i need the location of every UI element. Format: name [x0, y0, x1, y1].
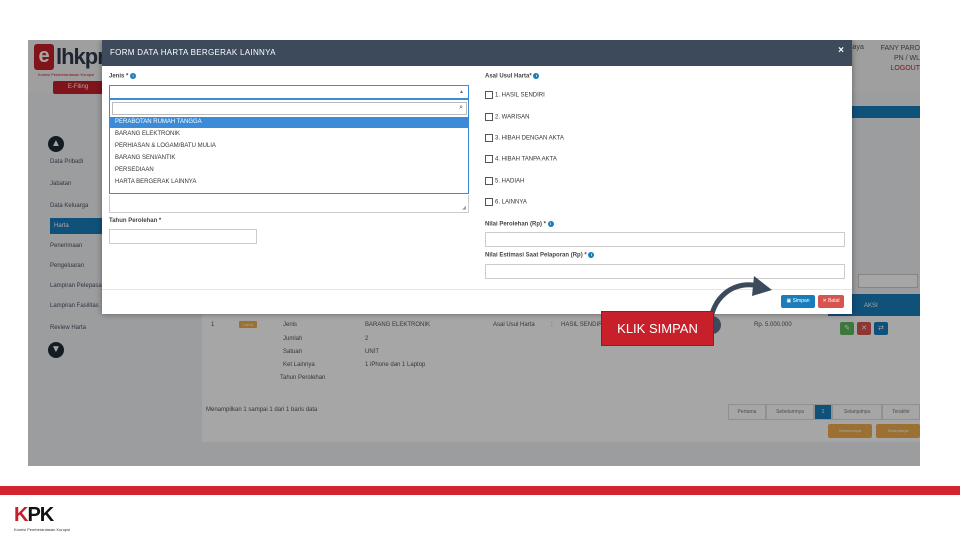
kpk-subtitle: Komisi Pemberantasan Korupsi	[14, 527, 71, 532]
cancel-label: Batal	[828, 298, 840, 304]
asal-option-label: 3. HIBAH DENGAN AKTA	[495, 135, 564, 142]
nilai-perolehan-label: Nilai Perolehan (Rp) * i	[485, 221, 554, 228]
dropdown-option[interactable]: BARANG SENI/ANTIK	[110, 153, 468, 164]
asal-option-label: 4. HIBAH TANPA AKTA	[495, 156, 557, 163]
info-icon: i	[130, 73, 137, 79]
nilai-perolehan-input[interactable]	[485, 232, 845, 247]
asal-option[interactable]: 4. HIBAH TANPA AKTA	[485, 155, 557, 163]
dropdown-option[interactable]: PERABOTAN RUMAH TANGGA	[110, 117, 468, 128]
checkbox[interactable]	[485, 134, 493, 142]
checkbox[interactable]	[485, 91, 493, 99]
dropdown-option[interactable]: PERHIASAN & LOGAM/BATU MULIA	[110, 141, 468, 152]
kpk-logo: KPK Komisi Pemberantasan Korupsi	[14, 505, 94, 535]
nilai-estimasi-text: Nilai Estimasi Saat Pelaporan (Rp) *	[485, 252, 587, 259]
info-icon: i	[533, 73, 540, 79]
cancel-button[interactable]: ✕ Batal	[818, 295, 844, 308]
save-label: Simpan	[792, 298, 810, 304]
kpk-letter: K	[14, 504, 28, 526]
info-icon: i	[588, 252, 595, 258]
dropdown-option[interactable]: HARTA BERGERAK LAINNYA	[110, 177, 468, 188]
tahun-label: Tahun Perolehan *	[109, 218, 162, 224]
asal-option[interactable]: 1. HASIL SENDIRI	[485, 91, 545, 99]
info-icon: i	[547, 221, 554, 227]
cancel-icon: ✕	[822, 298, 827, 304]
nilai-estimasi-input[interactable]	[485, 264, 845, 279]
tahun-input[interactable]	[109, 229, 257, 244]
footer-bar	[0, 486, 960, 495]
asal-label-text: Asal Usul Harta*	[485, 73, 532, 80]
keterangan-textarea[interactable]: ◢	[109, 195, 469, 213]
jenis-label: Jenis * i	[109, 73, 137, 80]
kpk-letter-p: P	[27, 504, 40, 526]
asal-option[interactable]: 6. LAINNYA	[485, 198, 527, 206]
kpk-wordmark: KPK	[14, 505, 94, 525]
asal-label: Asal Usul Harta* i	[485, 73, 540, 80]
dropdown-search-input[interactable]: ⌕	[112, 102, 467, 115]
jenis-label-text: Jenis *	[109, 73, 129, 80]
asal-option-label: 5. HADIAH	[495, 178, 525, 185]
checkbox[interactable]	[485, 177, 493, 185]
asal-option[interactable]: 3. HIBAH DENGAN AKTA	[485, 134, 564, 142]
save-icon: ▣	[786, 298, 792, 304]
asal-option[interactable]: 5. HADIAH	[485, 177, 524, 185]
jenis-dropdown: ⌕ PERABOTAN RUMAH TANGGA BARANG ELEKTRON…	[109, 99, 469, 194]
jenis-select[interactable]: ▲	[109, 85, 469, 99]
dropdown-option[interactable]: BARANG ELEKTRONIK	[110, 129, 468, 140]
modal-header: FORM DATA HARTA BERGERAK LAINNYA ×	[102, 40, 852, 66]
resize-grip-icon: ◢	[462, 205, 466, 211]
caret-icon: ▲	[459, 89, 464, 95]
close-icon[interactable]: ×	[838, 45, 844, 56]
modal-title: FORM DATA HARTA BERGERAK LAINNYA	[110, 48, 276, 57]
asal-option-label: 6. LAINNYA	[495, 199, 527, 206]
asal-option-label: 1. HASIL SENDIRI	[495, 92, 545, 99]
nilai-estimasi-label: Nilai Estimasi Saat Pelaporan (Rp) * i	[485, 252, 595, 259]
save-button[interactable]: ▣ Simpan	[781, 295, 815, 308]
kpk-letter: K	[39, 504, 54, 526]
checkbox[interactable]	[485, 155, 493, 163]
checkbox[interactable]	[485, 198, 493, 206]
nilai-perolehan-text: Nilai Perolehan (Rp) *	[485, 221, 547, 228]
asal-option-label: 2. WARISAN	[495, 114, 530, 121]
dropdown-option[interactable]: PERSEDIAAN	[110, 165, 468, 176]
checkbox[interactable]	[485, 113, 493, 121]
search-icon: ⌕	[459, 104, 463, 111]
screenshot: e lhkpn Komisi Pemberantasan Korupsi E-F…	[28, 40, 920, 466]
callout-label: KLIK SIMPAN	[601, 311, 714, 346]
asal-option[interactable]: 2. WARISAN	[485, 113, 529, 121]
